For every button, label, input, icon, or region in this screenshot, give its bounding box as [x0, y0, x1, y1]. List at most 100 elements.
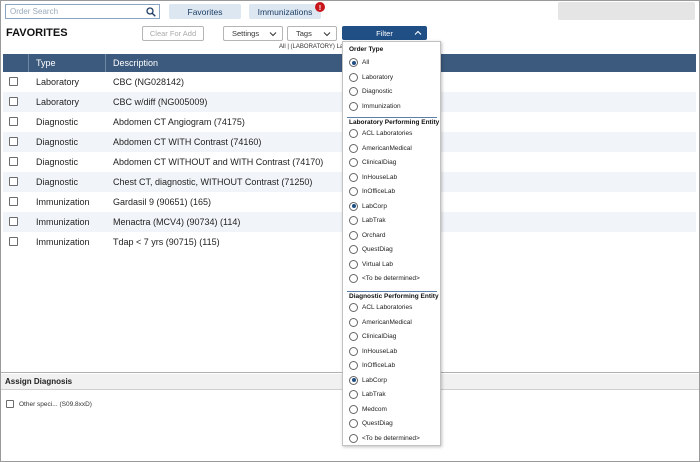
radio-button[interactable] — [349, 259, 358, 269]
diagnosis-label: Other speci... (S09.8xxD) — [19, 400, 92, 408]
radio-button[interactable] — [349, 346, 358, 356]
radio-button[interactable] — [349, 332, 358, 341]
row-description[interactable]: Chest CT, diagnostic, WITHOUT Contrast (… — [113, 177, 312, 187]
row-description[interactable]: Tdap < 7 yrs (90715) (115) — [113, 237, 220, 247]
filter-option-lab-entity[interactable]: Virtual Lab — [349, 259, 393, 269]
clear-for-add-button[interactable]: Clear For Add — [142, 26, 204, 41]
radio-button[interactable] — [349, 317, 358, 327]
filter-option-label: ClinicalDiag — [362, 159, 397, 166]
row-type: Laboratory — [36, 77, 80, 87]
filter-option-lab-entity[interactable]: Orchard — [349, 230, 385, 240]
filter-option-diag-entity[interactable]: Medcom — [349, 404, 387, 414]
filter-option-lab-entity[interactable]: QuestDiag — [349, 245, 393, 254]
row-checkbox[interactable] — [9, 157, 18, 166]
complete-order-button — [558, 2, 695, 20]
radio-button[interactable] — [349, 58, 358, 67]
column-divider — [105, 54, 106, 72]
filter-option-order-type[interactable]: All — [349, 58, 369, 67]
diagnosis-checkbox[interactable] — [6, 400, 14, 408]
row-checkbox[interactable] — [9, 217, 18, 226]
row-checkbox[interactable] — [9, 137, 18, 146]
row-checkbox[interactable] — [9, 77, 18, 86]
tab-immunizations[interactable]: Immunizations — [249, 4, 321, 19]
radio-button[interactable] — [349, 230, 358, 240]
row-checkbox[interactable] — [9, 197, 18, 206]
radio-button[interactable] — [349, 216, 358, 225]
settings-label: Settings — [232, 29, 260, 38]
filter-section-divider — [347, 117, 437, 118]
filter-option-label: InHouseLab — [362, 347, 398, 355]
radio-button[interactable] — [349, 101, 358, 111]
row-type: Immunization — [36, 197, 90, 207]
filter-option-diag-entity[interactable]: AmericanMedical — [349, 317, 412, 327]
diagnosis-item[interactable]: Other speci... (S09.8xxD) — [6, 400, 92, 408]
filter-option-label: LabTrak — [362, 391, 386, 398]
filter-button[interactable]: Filter — [342, 26, 427, 40]
filter-option-label: InOfficeLab — [362, 362, 396, 369]
radio-button[interactable] — [349, 158, 358, 167]
order-search-box[interactable] — [5, 4, 160, 19]
order-search-input[interactable] — [6, 5, 141, 18]
radio-button[interactable] — [349, 245, 358, 254]
filter-option-diag-entity[interactable]: <To be determined> — [349, 433, 420, 443]
filter-option-lab-entity[interactable]: LabTrak — [349, 216, 386, 225]
row-checkbox[interactable] — [9, 237, 18, 246]
filter-option-label: QuestDiag — [362, 420, 393, 427]
filter-option-diag-entity[interactable]: LabTrak — [349, 390, 386, 399]
radio-button[interactable] — [349, 201, 358, 211]
filter-option-lab-entity[interactable]: LabCorp — [349, 201, 387, 211]
filter-option-order-type[interactable]: Diagnostic — [349, 87, 392, 96]
radio-button[interactable] — [349, 361, 358, 370]
row-checkbox[interactable] — [9, 117, 18, 126]
row-description[interactable]: Abdomen CT WITH Contrast (74160) — [113, 137, 261, 147]
search-icon[interactable] — [146, 7, 156, 17]
chevron-up-icon — [414, 30, 422, 35]
filter-option-lab-entity[interactable]: AmericanMedical — [349, 143, 412, 153]
row-checkbox[interactable] — [9, 97, 18, 106]
row-description[interactable]: Menactra (MCV4) (90734) (114) — [113, 217, 240, 227]
column-header-type[interactable]: Type — [36, 58, 56, 68]
tab-favorites[interactable]: Favorites — [169, 4, 241, 19]
radio-button[interactable] — [349, 187, 358, 196]
row-description[interactable]: CBC w/diff (NG005009) — [113, 97, 207, 107]
filter-option-order-type[interactable]: Immunization — [349, 101, 401, 111]
row-checkbox[interactable] — [9, 177, 18, 186]
radio-button[interactable] — [349, 390, 358, 399]
filter-option-lab-entity[interactable]: InOfficeLab — [349, 187, 395, 196]
filter-option-label: Virtual Lab — [362, 260, 393, 268]
row-type: Diagnostic — [36, 137, 79, 147]
radio-button[interactable] — [349, 433, 358, 443]
filter-option-label: All — [362, 59, 370, 66]
column-header-description[interactable]: Description — [113, 58, 158, 68]
filter-option-diag-entity[interactable]: InOfficeLab — [349, 361, 395, 370]
filter-option-lab-entity[interactable]: ClinicalDiag — [349, 158, 396, 167]
radio-button[interactable] — [349, 143, 358, 153]
filter-option-lab-entity[interactable]: <To be determined> — [349, 274, 420, 283]
filter-option-lab-entity[interactable]: ACL Laboratories — [349, 129, 412, 138]
radio-button[interactable] — [349, 419, 358, 428]
filter-option-label: ACL Laboratories — [362, 304, 413, 311]
chevron-down-icon — [269, 32, 277, 37]
radio-button[interactable] — [349, 172, 358, 182]
row-description[interactable]: Abdomen CT WITHOUT and WITH Contrast (74… — [113, 157, 323, 167]
alert-badge-icon: ! — [315, 2, 325, 12]
settings-dropdown[interactable]: Settings — [223, 26, 283, 41]
tags-dropdown[interactable]: Tags — [287, 26, 337, 41]
radio-button[interactable] — [349, 375, 358, 385]
filter-option-diag-entity[interactable]: LabCorp — [349, 375, 387, 385]
filter-option-lab-entity[interactable]: InHouseLab — [349, 172, 397, 182]
radio-button[interactable] — [349, 274, 358, 283]
filter-option-diag-entity[interactable]: ACL Laboratories — [349, 303, 412, 312]
filter-option-order-type[interactable]: Laboratory — [349, 72, 393, 82]
radio-button[interactable] — [349, 72, 358, 82]
radio-button[interactable] — [349, 303, 358, 312]
radio-button[interactable] — [349, 87, 358, 96]
radio-button[interactable] — [349, 129, 358, 138]
filter-option-diag-entity[interactable]: QuestDiag — [349, 419, 393, 428]
filter-option-diag-entity[interactable]: ClinicalDiag — [349, 332, 396, 341]
row-description[interactable]: Gardasil 9 (90651) (165) — [113, 197, 211, 207]
row-description[interactable]: CBC (NG028142) — [113, 77, 184, 87]
row-description[interactable]: Abdomen CT Angiogram (74175) — [113, 117, 245, 127]
filter-option-diag-entity[interactable]: InHouseLab — [349, 346, 398, 356]
radio-button[interactable] — [349, 404, 358, 414]
